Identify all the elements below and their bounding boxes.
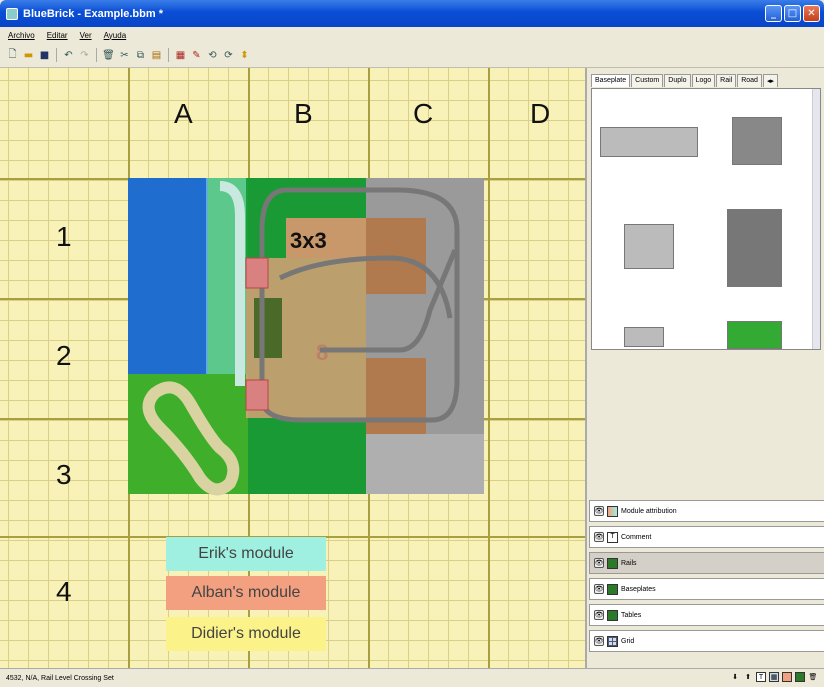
close-button[interactable]: ✕ [803, 5, 820, 22]
legend-alban: Alban's module [166, 576, 326, 610]
add-text-layer-icon[interactable]: T [756, 672, 766, 682]
delete-icon[interactable]: 🗑 [102, 49, 115, 62]
legend-didier: Didier's module [166, 617, 326, 651]
redo-icon[interactable]: ↷ [78, 49, 91, 62]
brick-layer-icon [607, 609, 618, 621]
part-item[interactable] [727, 321, 782, 349]
layer-name: Comment [621, 533, 652, 541]
tab-road[interactable]: Road [737, 74, 762, 87]
layer-name: Grid [621, 637, 635, 645]
legend-erik: Erik's module [166, 537, 326, 571]
paint-icon[interactable]: ✎ [190, 49, 203, 62]
part-item[interactable] [624, 327, 664, 347]
part-item[interactable] [732, 117, 782, 165]
tab-rail[interactable]: Rail [716, 74, 737, 87]
status-bar: 4532, N/A, Rail Level Crossing Set [0, 668, 824, 687]
green-plate [254, 298, 282, 358]
layer-tables[interactable]: 👁 Tables [589, 604, 824, 626]
menu-ayuda[interactable]: Ayuda [104, 31, 127, 40]
part-library-list[interactable] [591, 88, 821, 350]
layer-rails[interactable]: 👁 Rails [589, 552, 824, 574]
add-grid-layer-icon[interactable]: ▦ [769, 672, 779, 682]
part-library-scrollbar[interactable] [812, 89, 820, 349]
save-icon[interactable]: ■ [38, 49, 51, 62]
part-library-tabs: Baseplate Custom Duplo Logo Rail Road ◂▸ [591, 74, 778, 87]
layer-grid[interactable]: 👁 Grid [589, 630, 824, 652]
app-icon [6, 7, 18, 20]
rail-crossing [245, 257, 269, 289]
copy-icon[interactable]: ⧉ [134, 49, 147, 62]
tab-baseplate[interactable]: Baseplate [591, 74, 631, 87]
cut-icon[interactable]: ✂ [118, 49, 131, 62]
delete-layer-icon[interactable]: 🗑 [808, 672, 818, 682]
brick-label: 3x3 [290, 228, 327, 253]
part-item[interactable] [600, 127, 698, 157]
eye-icon[interactable]: 👁 [594, 558, 604, 568]
text-layer-icon: T [607, 531, 618, 543]
menu-bar: Archivo Editar Ver Ayuda [0, 27, 824, 43]
right-pane: Baseplate Custom Duplo Logo Rail Road ◂▸… [585, 68, 824, 668]
eye-icon[interactable]: 👁 [594, 636, 604, 646]
rotate-left-icon[interactable]: ⟲ [206, 49, 219, 62]
rotate-right-icon[interactable]: ⟳ [222, 49, 235, 62]
layer-comment[interactable]: 👁 T Comment [589, 526, 824, 548]
eye-icon[interactable]: 👁 [594, 584, 604, 594]
part-item[interactable] [727, 209, 782, 287]
undo-icon[interactable]: ↶ [62, 49, 75, 62]
paste-icon[interactable]: ▤ [150, 49, 163, 62]
brick-layer-icon [607, 557, 618, 569]
map-canvas[interactable]: A B C D 1 2 3 4 3x3 8 [0, 68, 585, 668]
tab-duplo[interactable]: Duplo [664, 74, 691, 87]
tab-custom[interactable]: Custom [631, 74, 664, 87]
move-layer-up-icon[interactable]: ⬆ [743, 672, 753, 682]
rail-crossing [245, 379, 269, 411]
status-text: 4532, N/A, Rail Level Crossing Set [6, 674, 114, 682]
tab-logo[interactable]: Logo [691, 74, 716, 87]
menu-ver[interactable]: Ver [80, 31, 92, 40]
layer-name: Module attribution [621, 507, 677, 515]
move-icon[interactable]: ⬍ [238, 49, 251, 62]
minimize-button[interactable]: _ [765, 5, 782, 22]
open-icon[interactable]: ▬ [22, 49, 35, 62]
menu-archivo[interactable]: Archivo [8, 31, 35, 40]
toolbar: 🗋 ▬ ■ ↶ ↷ 🗑 ✂ ⧉ ▤ ▦ ✎ ⟲ ⟳ ⬍ [0, 43, 824, 68]
layer-toolbar: ⬇ ⬆ T ▦ 🗑 [730, 672, 818, 682]
wood-table [366, 358, 426, 434]
grid-layer-icon [607, 635, 618, 647]
area-layer-icon [607, 505, 618, 517]
layer-name: Tables [621, 611, 642, 619]
move-layer-down-icon[interactable]: ⬇ [730, 672, 740, 682]
layer-name: Rails [621, 559, 637, 567]
add-area-layer-icon[interactable] [782, 672, 792, 682]
add-brick-layer-icon[interactable] [795, 672, 805, 682]
window-title: BlueBrick - Example.bbm * [23, 7, 163, 20]
snap-grid-icon[interactable]: ▦ [174, 49, 187, 62]
tab-scroll-arrows[interactable]: ◂▸ [762, 74, 778, 87]
menu-editar[interactable]: Editar [47, 31, 68, 40]
part-item[interactable] [624, 224, 674, 269]
eye-icon[interactable]: 👁 [594, 610, 604, 620]
didier-module-area [366, 434, 484, 494]
eye-icon[interactable]: 👁 [594, 506, 604, 516]
eye-icon[interactable]: 👁 [594, 532, 604, 542]
maximize-button[interactable]: □ [784, 5, 801, 22]
brick-layer-icon [607, 583, 618, 595]
layer-panel: 👁 Module attribution 👁 T Comment 👁 Rails… [589, 500, 824, 656]
layer-name: Baseplates [621, 585, 656, 593]
layer-baseplates[interactable]: 👁 Baseplates [589, 578, 824, 600]
water-baseplate [128, 178, 208, 374]
layer-module-attribution[interactable]: 👁 Module attribution [589, 500, 824, 522]
title-bar: BlueBrick - Example.bbm * _ □ ✕ [0, 0, 824, 27]
new-icon[interactable]: 🗋 [6, 49, 19, 62]
